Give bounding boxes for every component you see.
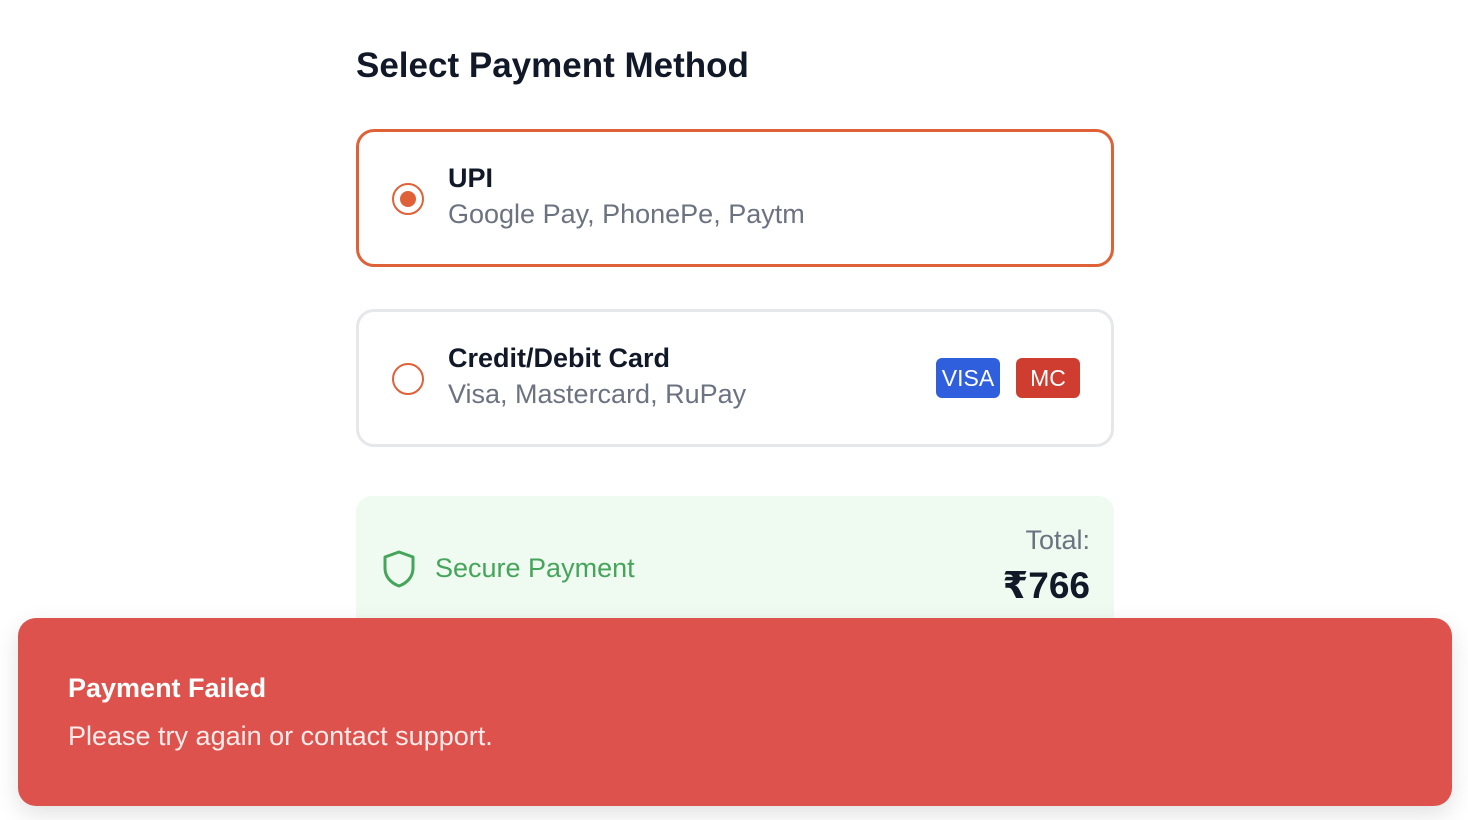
mastercard-badge: MC [1016, 358, 1080, 398]
payment-option-upi[interactable]: UPI Google Pay, PhonePe, Paytm [356, 129, 1114, 267]
secure-payment-label: Secure Payment [435, 553, 635, 583]
payment-failed-toast: Payment Failed Please try again or conta… [18, 618, 1452, 806]
payment-page: Select Payment Method UPI Google Pay, Ph… [0, 0, 1468, 820]
card-option-title: Credit/Debit Card [448, 343, 671, 373]
toast-message: Please try again or contact support. [68, 721, 493, 751]
visa-badge: VISA [936, 358, 1000, 398]
upi-radio-button[interactable] [392, 183, 424, 215]
page-title: Select Payment Method [356, 46, 749, 85]
card-option-subtitle: Visa, Mastercard, RuPay [448, 379, 747, 409]
upi-option-subtitle: Google Pay, PhonePe, Paytm [448, 199, 805, 229]
toast-title: Payment Failed [68, 673, 267, 703]
upi-option-title: UPI [448, 163, 494, 193]
card-radio-button[interactable] [392, 363, 424, 395]
payment-option-card[interactable]: Credit/Debit Card Visa, Mastercard, RuPa… [356, 309, 1114, 447]
radio-selected-dot [400, 191, 416, 207]
shield-icon [383, 550, 415, 588]
total-label: Total: [1025, 525, 1090, 555]
total-amount: ₹766 [1002, 565, 1090, 606]
